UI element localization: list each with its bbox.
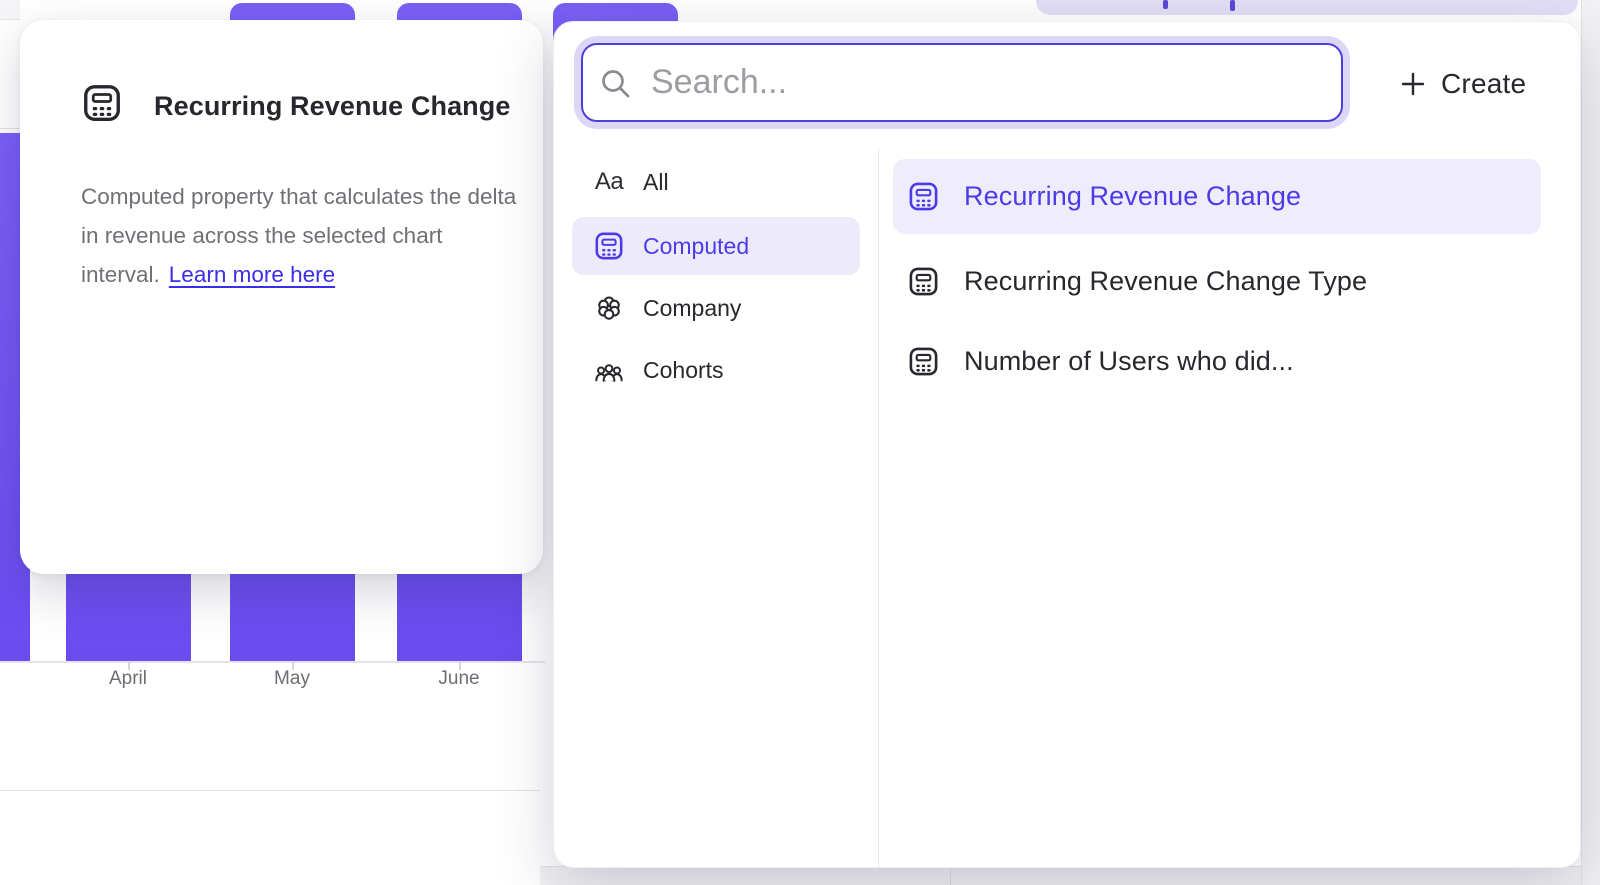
filter-item-company[interactable]: Company bbox=[572, 279, 860, 337]
search-box bbox=[581, 43, 1343, 122]
cut-off-property-pill bbox=[1036, 0, 1578, 15]
x-axis-label-april: April bbox=[58, 668, 198, 690]
page-gutter-right bbox=[1581, 0, 1600, 885]
plus-icon bbox=[1400, 71, 1426, 97]
filter-label: All bbox=[643, 169, 669, 196]
property-tooltip-card: Recurring Revenue Change Computed proper… bbox=[20, 20, 543, 574]
filter-label: Cohorts bbox=[643, 357, 724, 384]
learn-more-link[interactable]: Learn more here bbox=[169, 262, 335, 287]
x-axis-line bbox=[0, 661, 545, 663]
background-panel-corner bbox=[0, 0, 20, 20]
result-label: Recurring Revenue Change bbox=[964, 181, 1301, 212]
cut-off-text-fragment bbox=[1230, 0, 1235, 11]
calculator-icon bbox=[908, 346, 939, 377]
property-search-dropdown: Create Aa All Computed Company Co bbox=[553, 21, 1581, 868]
create-button-label: Create bbox=[1441, 68, 1526, 100]
filter-label: Company bbox=[643, 295, 741, 322]
cut-off-text-fragment bbox=[1163, 0, 1168, 9]
panel-divider bbox=[878, 149, 879, 868]
result-row-recurring-revenue-change-type[interactable]: Recurring Revenue Change Type bbox=[893, 244, 1541, 319]
result-label: Number of Users who did... bbox=[964, 346, 1294, 377]
background-panel-border bbox=[0, 128, 20, 129]
calculator-icon bbox=[82, 83, 122, 123]
calculator-icon bbox=[594, 231, 624, 261]
background-divider bbox=[0, 790, 540, 791]
filter-label: Computed bbox=[643, 233, 749, 260]
tooltip-title: Recurring Revenue Change bbox=[154, 91, 511, 122]
calculator-icon bbox=[908, 181, 939, 212]
x-axis-label-may: May bbox=[222, 668, 362, 690]
filter-item-computed[interactable]: Computed bbox=[572, 217, 860, 275]
calculator-icon bbox=[908, 266, 939, 297]
result-row-recurring-revenue-change[interactable]: Recurring Revenue Change bbox=[893, 159, 1541, 234]
result-row-number-of-users[interactable]: Number of Users who did... bbox=[893, 324, 1541, 399]
filter-item-all[interactable]: Aa All bbox=[572, 153, 860, 211]
tooltip-description: Computed property that calculates the de… bbox=[81, 177, 533, 294]
background-column-border bbox=[950, 867, 951, 885]
page-gutter-bottom bbox=[540, 866, 1581, 885]
app-screen: April May June Recurring Revenue Change … bbox=[0, 0, 1600, 885]
search-input[interactable] bbox=[583, 45, 1341, 120]
filter-item-cohorts[interactable]: Cohorts bbox=[572, 341, 860, 399]
x-axis-label-june: June bbox=[389, 668, 529, 690]
text-style-icon: Aa bbox=[594, 167, 624, 197]
cohorts-icon bbox=[594, 355, 624, 385]
company-icon bbox=[594, 293, 624, 323]
create-button[interactable]: Create bbox=[1400, 60, 1570, 108]
result-label: Recurring Revenue Change Type bbox=[964, 266, 1367, 297]
